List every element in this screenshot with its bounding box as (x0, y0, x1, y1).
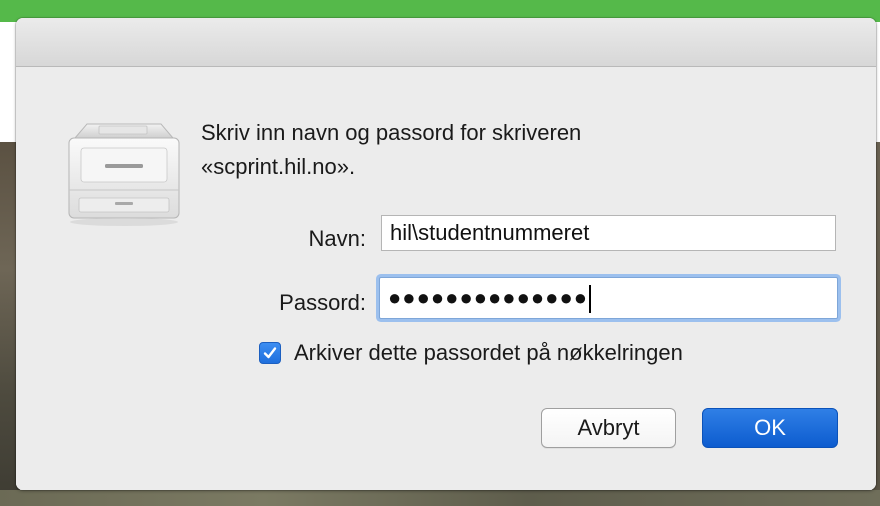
message-line-2: «scprint.hil.no». (201, 154, 356, 179)
printer-icon (61, 118, 183, 230)
printer-auth-dialog: Skriv inn navn og passord for skriveren … (16, 18, 876, 490)
password-field-value: ●●●●●●●●●●●●●● (388, 285, 589, 310)
checkmark-icon (263, 347, 277, 359)
ok-button[interactable]: OK (702, 408, 838, 448)
password-label: Passord: (279, 290, 366, 315)
name-field-value: hil\studentnummeret (390, 220, 590, 245)
name-field[interactable]: hil\studentnummeret (381, 215, 836, 251)
dialog-titlebar[interactable] (16, 18, 876, 67)
password-field[interactable]: ●●●●●●●●●●●●●● (379, 277, 838, 319)
text-caret (589, 285, 592, 314)
dialog-message: Skriv inn navn og passord for skriveren … (201, 116, 841, 184)
cancel-button[interactable]: Avbryt (541, 408, 676, 448)
background-photo-bottom (0, 490, 880, 506)
keychain-checkbox[interactable] (259, 342, 281, 364)
name-label: Navn: (308, 226, 366, 251)
message-line-1: Skriv inn navn og passord for skriveren (201, 120, 582, 145)
keychain-checkbox-label[interactable]: Arkiver dette passordet på nøkkelringen (294, 340, 683, 366)
